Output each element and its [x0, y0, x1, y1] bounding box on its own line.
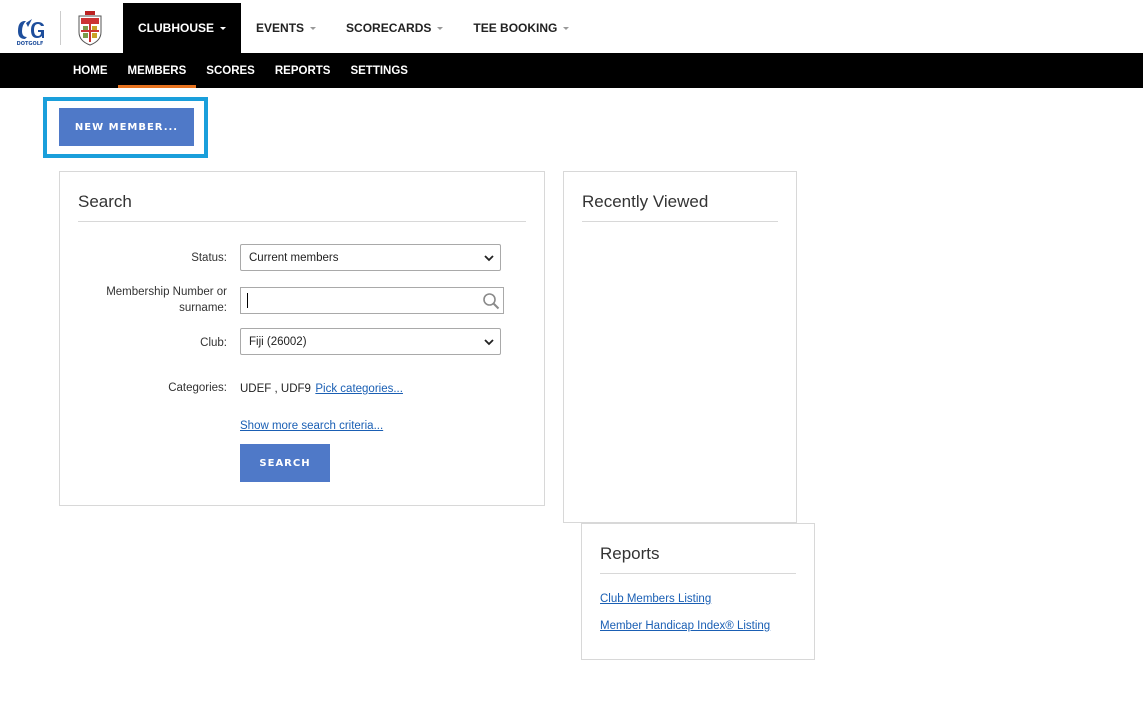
topnav-clubhouse-label: CLUBHOUSE: [138, 21, 215, 35]
subnav-home[interactable]: HOME: [63, 53, 118, 88]
subnav-members[interactable]: MEMBERS: [117, 53, 197, 88]
status-select[interactable]: Current members: [240, 244, 501, 271]
caret-down-icon: [437, 26, 444, 30]
recently-viewed-title: Recently Viewed: [582, 192, 778, 222]
new-member-button[interactable]: NEW MEMBER...: [59, 108, 194, 146]
reports-title: Reports: [600, 544, 796, 574]
reports-panel: Reports Club Members Listing Member Hand…: [581, 523, 815, 660]
caret-down-icon: [310, 26, 317, 30]
topnav-events[interactable]: EVENTS: [241, 3, 331, 53]
logo-area[interactable]: DOTGOLF: [0, 3, 123, 53]
membership-search-input[interactable]: [240, 287, 504, 314]
dotgolf-logo: DOTGOLF: [17, 19, 44, 47]
search-button[interactable]: SEARCH: [240, 444, 330, 482]
report-link-member-handicap-index-listing[interactable]: Member Handicap Index® Listing: [600, 620, 770, 632]
categories-label: Categories:: [168, 382, 227, 394]
status-label: Status:: [191, 252, 227, 264]
caret-down-icon: [563, 26, 570, 30]
top-navbar: DOTGOLF CLUBHOUSE EVENTS SCORECARDS TEE …: [0, 3, 1143, 53]
subnav-scores[interactable]: SCORES: [196, 53, 265, 88]
search-panel-title: Search: [78, 192, 526, 222]
report-link-club-members-listing[interactable]: Club Members Listing: [600, 593, 711, 605]
topnav-scorecards-label: SCORECARDS: [346, 21, 432, 35]
membership-number-label-line1: Membership Number or: [106, 286, 227, 298]
membership-number-label: Membership Number or surname:: [78, 284, 227, 316]
recently-viewed-panel: Recently Viewed: [563, 171, 797, 523]
chevron-down-icon: [484, 339, 494, 346]
more-criteria-row: Show more search criteria...: [240, 417, 383, 434]
club-crest-icon: [78, 11, 102, 46]
club-label: Club:: [200, 337, 227, 349]
search-icon[interactable]: [482, 292, 500, 310]
logo-divider: [60, 11, 61, 45]
subnav-settings[interactable]: SETTINGS: [340, 53, 418, 88]
club-select[interactable]: Fiji (26002): [240, 328, 501, 355]
subnav-reports[interactable]: REPORTS: [265, 53, 341, 88]
chevron-down-icon: [484, 255, 494, 262]
status-select-value: Current members: [249, 251, 339, 264]
pick-categories-link[interactable]: Pick categories...: [315, 383, 403, 395]
categories-value: UDEF , UDF9: [240, 383, 311, 395]
categories-row: UDEF , UDF9 Pick categories...: [240, 380, 403, 397]
text-cursor: [247, 293, 248, 308]
topnav-tee-booking-label: TEE BOOKING: [473, 21, 558, 35]
topnav-tee-booking[interactable]: TEE BOOKING: [458, 3, 584, 53]
sub-nav-menu: HOME MEMBERS SCORES REPORTS SETTINGS: [63, 53, 418, 88]
top-nav-menu: CLUBHOUSE EVENTS SCORECARDS TEE BOOKING: [123, 3, 584, 53]
club-select-value: Fiji (26002): [249, 335, 307, 348]
caret-down-icon: [220, 26, 227, 30]
topnav-events-label: EVENTS: [256, 21, 305, 35]
sub-navbar: HOME MEMBERS SCORES REPORTS SETTINGS: [0, 53, 1143, 88]
topnav-clubhouse[interactable]: CLUBHOUSE: [123, 3, 242, 53]
show-more-criteria-link[interactable]: Show more search criteria...: [240, 420, 383, 432]
svg-text:DOTGOLF: DOTGOLF: [17, 41, 44, 47]
membership-number-label-line2: surname:: [179, 302, 227, 314]
search-panel: Search Status: Current members Membershi…: [59, 171, 545, 506]
topnav-scorecards[interactable]: SCORECARDS: [331, 3, 458, 53]
